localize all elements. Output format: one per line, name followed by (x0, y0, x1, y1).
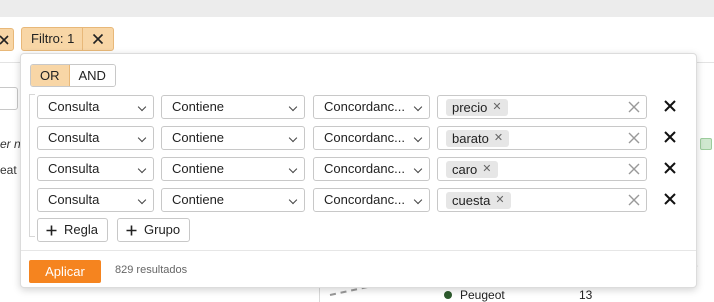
remove-tag-icon[interactable]: ✕ (492, 99, 501, 116)
delete-rule-icon[interactable] (663, 192, 677, 206)
filter-chip-close-button[interactable] (83, 28, 113, 50)
add-rule-button[interactable]: Regla (37, 218, 108, 242)
results-count: 829 resultados (115, 264, 188, 276)
legend-dot-icon (444, 291, 452, 299)
chevron-down-icon (137, 195, 147, 205)
value-tag-input[interactable]: caro ✕ (437, 157, 647, 181)
background-text: er n (0, 137, 21, 151)
chevron-down-icon (288, 102, 298, 112)
operator-select[interactable]: Contiene (161, 95, 305, 119)
chevron-down-icon (413, 164, 423, 174)
value-tag-input[interactable]: barato ✕ (437, 126, 647, 150)
value-tag-input[interactable]: precio ✕ (437, 95, 647, 119)
add-rule-label: Regla (64, 222, 98, 237)
chevron-down-icon (137, 102, 147, 112)
match-select[interactable]: Concordanc... (313, 95, 430, 119)
filter-chip-label[interactable]: Filtro: 1 (22, 28, 84, 50)
legend-label: Peugeot (460, 288, 505, 302)
legend-item: Peugeot 13 (444, 288, 592, 302)
or-toggle-button[interactable]: OR (31, 65, 70, 86)
filter-chip[interactable]: Filtro: 1 (21, 27, 115, 51)
background-text: eat (0, 163, 17, 177)
clear-icon[interactable] (628, 132, 640, 144)
legend-count: 13 (579, 288, 593, 302)
remove-filter-button[interactable] (0, 28, 14, 51)
remove-tag-icon[interactable]: ✕ (482, 161, 491, 178)
background-control (0, 87, 18, 110)
match-select[interactable]: Concordanc... (313, 188, 430, 212)
filter-popup: OR AND Consulta Contiene Concordanc... p… (20, 53, 697, 288)
operator-select[interactable]: Contiene (161, 157, 305, 181)
field-select[interactable]: Consulta (37, 95, 154, 119)
apply-button[interactable]: Aplicar (29, 260, 101, 283)
add-group-button[interactable]: Grupo (117, 218, 191, 242)
field-select[interactable]: Consulta (37, 188, 154, 212)
value-tag-input[interactable]: cuesta ✕ (437, 188, 647, 212)
chevron-down-icon (413, 133, 423, 143)
clear-icon[interactable] (628, 194, 640, 206)
value-tag: precio ✕ (446, 99, 508, 116)
divider (319, 288, 320, 302)
remove-tag-icon[interactable]: ✕ (494, 130, 503, 147)
chevron-down-icon (288, 164, 298, 174)
match-select[interactable]: Concordanc... (313, 157, 430, 181)
and-toggle-button[interactable]: AND (69, 65, 115, 86)
field-select[interactable]: Consulta (37, 126, 154, 150)
operator-select[interactable]: Contiene (161, 188, 305, 212)
add-group-label: Grupo (144, 222, 181, 237)
chevron-down-icon (288, 133, 298, 143)
top-bar (0, 0, 714, 17)
chevron-down-icon (413, 195, 423, 205)
remove-tag-icon[interactable]: ✕ (495, 192, 504, 209)
chevron-down-icon (137, 133, 147, 143)
close-icon (0, 34, 9, 45)
delete-rule-icon[interactable] (663, 99, 677, 113)
chevron-down-icon (413, 102, 423, 112)
value-tag: caro ✕ (446, 161, 498, 178)
close-icon (93, 33, 104, 45)
chevron-down-icon (137, 164, 147, 174)
plus-icon (46, 225, 57, 235)
logic-toggle: OR AND (30, 64, 116, 87)
delete-rule-icon[interactable] (663, 130, 677, 144)
match-select[interactable]: Concordanc... (313, 126, 430, 150)
chevron-down-icon (288, 195, 298, 205)
plus-icon (126, 225, 137, 235)
clear-icon[interactable] (628, 163, 640, 175)
rule-group-bracket (29, 94, 35, 237)
field-select[interactable]: Consulta (37, 157, 154, 181)
value-tag: cuesta ✕ (446, 192, 511, 209)
delete-rule-icon[interactable] (663, 161, 677, 175)
clear-icon[interactable] (628, 101, 640, 113)
popup-footer: Aplicar 829 resultados (21, 250, 696, 288)
checkbox-icon (700, 138, 712, 150)
operator-select[interactable]: Contiene (161, 126, 305, 150)
value-tag: barato ✕ (446, 130, 510, 147)
